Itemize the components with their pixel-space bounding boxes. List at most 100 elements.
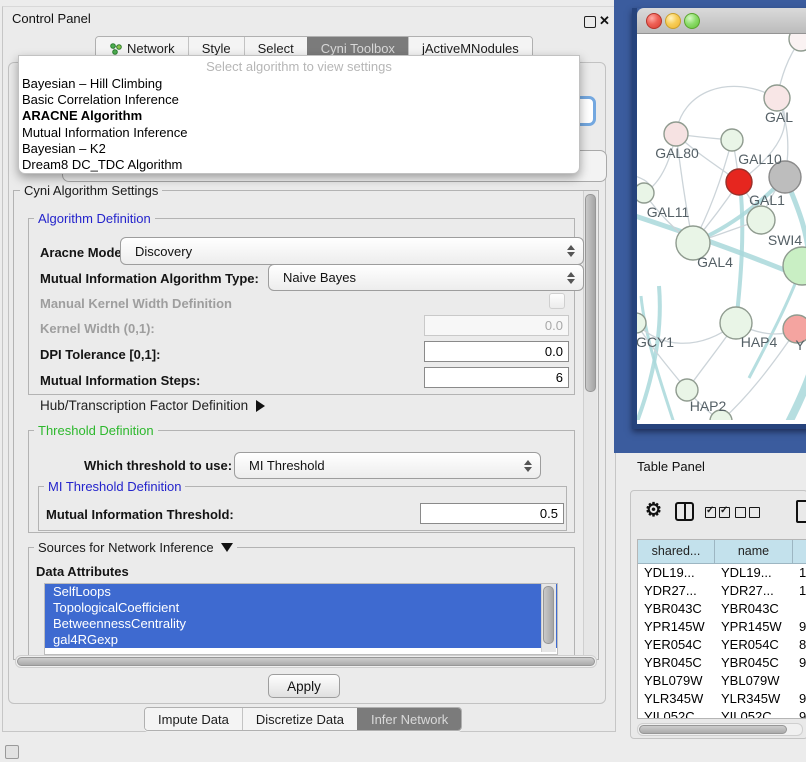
network-edge[interactable] bbox=[637, 214, 806, 282]
network-node-gal[interactable] bbox=[764, 85, 790, 111]
table-cell: YPR145W bbox=[638, 618, 715, 636]
table-cell: YIL052C bbox=[715, 708, 793, 719]
apply-button[interactable]: Apply bbox=[268, 674, 340, 698]
tab-label: Style bbox=[202, 41, 231, 56]
table-cell: YDL19... bbox=[715, 564, 793, 582]
aracne-mode-label: Aracne Mode: bbox=[40, 245, 126, 260]
tab-label: Network bbox=[127, 41, 175, 56]
expand-arrow-icon[interactable] bbox=[256, 400, 265, 412]
network-node-gal80[interactable] bbox=[664, 122, 688, 146]
select-all-columns-icon[interactable] bbox=[705, 507, 730, 518]
algorithm-option[interactable]: Bayesian – Hill Climbing bbox=[19, 76, 579, 92]
control-panel-title: Control Panel bbox=[12, 11, 91, 26]
network-graph: GALGAL80GAL10GAL1GAL11SWI4GAL4GCY1HAP4YH… bbox=[637, 34, 806, 420]
close-window-icon[interactable] bbox=[646, 13, 662, 29]
minimized-panel-icon[interactable] bbox=[5, 745, 19, 759]
settings-horizontal-scrollbar-thumb[interactable] bbox=[17, 657, 595, 666]
float-panel-icon[interactable] bbox=[584, 16, 596, 28]
mi-threshold-field[interactable]: 0.5 bbox=[420, 503, 564, 524]
table-row[interactable]: YBL079WYBL079W bbox=[638, 672, 806, 690]
tab-discretize-data[interactable]: Discretize Data bbox=[242, 708, 357, 730]
close-panel-icon[interactable]: ✕ bbox=[599, 14, 610, 27]
algorithm-option[interactable]: Mutual Information Inference bbox=[19, 125, 579, 141]
table-row[interactable]: YDR27...YDR27...12 bbox=[638, 582, 806, 600]
table-body: YDL19...YDL19...13YDR27...YDR27...12YBR0… bbox=[638, 564, 806, 719]
mi-steps-field[interactable]: 6 bbox=[424, 367, 569, 388]
node-table: shared...name YDL19...YDL19...13YDR27...… bbox=[637, 539, 806, 719]
network-edge[interactable] bbox=[676, 86, 777, 134]
column-layout-icon[interactable] bbox=[675, 502, 694, 521]
algorithm-option[interactable]: Bayesian – K2 bbox=[19, 141, 579, 157]
combo-stepper-icon bbox=[567, 272, 575, 284]
network-node[interactable] bbox=[789, 34, 806, 51]
table-horizontal-scrollbar-thumb[interactable] bbox=[639, 725, 787, 734]
network-node-swi4[interactable] bbox=[747, 206, 775, 234]
table-cell: YER054C bbox=[715, 636, 793, 654]
table-cell: YDR27... bbox=[715, 582, 793, 600]
table-cell: 9. bbox=[793, 618, 806, 636]
table-row[interactable]: YIL052CYIL052C9 bbox=[638, 708, 806, 719]
node-label: SWI4 bbox=[768, 232, 802, 248]
screen: Control Panel ✕ NetworkStyleSelectCyni T… bbox=[0, 0, 806, 762]
table-cell: YDL19... bbox=[638, 564, 715, 582]
table-row[interactable]: YLR345WYLR345W9. bbox=[638, 690, 806, 708]
aracne-mode-combo[interactable]: Discovery bbox=[120, 237, 584, 265]
data-attribute-item[interactable]: BetweennessCentrality bbox=[45, 616, 557, 632]
table-cell: 12 bbox=[793, 582, 806, 600]
algorithm-option[interactable]: Basic Correlation Inference bbox=[19, 92, 579, 108]
table-cell: YIL052C bbox=[638, 708, 715, 719]
table-cell: YBR043C bbox=[715, 600, 793, 618]
network-node[interactable] bbox=[783, 247, 806, 285]
kernel-width-field[interactable]: 0.0 bbox=[424, 315, 569, 336]
algorithm-definition-title: Algorithm Definition bbox=[34, 211, 155, 226]
algorithm-dropdown-popup: Select algorithm to view settings Bayesi… bbox=[18, 55, 580, 174]
manual-kernel-label: Manual Kernel Width Definition bbox=[40, 296, 232, 311]
mi-steps-label: Mutual Information Steps: bbox=[40, 373, 200, 388]
network-node-gal1[interactable] bbox=[726, 169, 752, 195]
table-row[interactable]: YBR045CYBR045C9. bbox=[638, 654, 806, 672]
table-row[interactable]: YBR043CYBR043C bbox=[638, 600, 806, 618]
zoom-window-icon[interactable] bbox=[684, 13, 700, 29]
network-canvas[interactable]: GALGAL80GAL10GAL1GAL11SWI4GAL4GCY1HAP4YH… bbox=[637, 34, 806, 424]
table-cell: 9. bbox=[793, 690, 806, 708]
minimize-window-icon[interactable] bbox=[665, 13, 681, 29]
table-cell: YER054C bbox=[638, 636, 715, 654]
table-row[interactable]: YPR145WYPR145W9. bbox=[638, 618, 806, 636]
sources-title: Sources for Network Inference bbox=[38, 540, 214, 555]
collapse-arrow-icon[interactable] bbox=[221, 543, 233, 552]
column-header[interactable]: shared... bbox=[638, 540, 715, 564]
sources-title-row[interactable]: Sources for Network Inference bbox=[34, 540, 237, 555]
network-node-gal10[interactable] bbox=[721, 129, 743, 151]
deselect-all-columns-icon[interactable] bbox=[735, 507, 760, 518]
tab-impute-data[interactable]: Impute Data bbox=[145, 708, 242, 730]
data-attribute-item[interactable]: gal4RGexp bbox=[45, 632, 557, 648]
table-cell: 8. bbox=[793, 636, 806, 654]
export-table-icon[interactable] bbox=[796, 500, 806, 523]
column-header[interactable] bbox=[793, 540, 806, 564]
data-attribute-item[interactable]: SelfLoops bbox=[45, 584, 557, 600]
tab-infer-network[interactable]: Infer Network bbox=[357, 708, 461, 730]
data-attributes-list[interactable]: SelfLoopsTopologicalCoefficientBetweenne… bbox=[44, 583, 558, 655]
table-row[interactable]: YDL19...YDL19...13 bbox=[638, 564, 806, 582]
manual-kernel-checkbox[interactable] bbox=[549, 293, 565, 309]
table-cell: YBL079W bbox=[715, 672, 793, 690]
dpi-tolerance-field[interactable]: 0.0 bbox=[424, 341, 569, 362]
dpi-tolerance-label: DPI Tolerance [0,1]: bbox=[40, 347, 160, 362]
mi-type-label: Mutual Information Algorithm Type: bbox=[40, 271, 259, 286]
attributes-scrollbar-thumb[interactable] bbox=[543, 586, 554, 644]
mi-type-combo[interactable]: Naive Bayes bbox=[268, 264, 584, 291]
algorithm-option[interactable]: ARACNE Algorithm bbox=[19, 108, 579, 124]
settings-vertical-scrollbar-thumb[interactable] bbox=[585, 194, 596, 392]
data-attribute-item[interactable]: TopologicalCoefficient bbox=[45, 600, 557, 616]
node-label: Y bbox=[795, 337, 805, 353]
which-threshold-combo[interactable]: MI Threshold bbox=[234, 452, 541, 479]
network-window-titlebar[interactable] bbox=[637, 8, 806, 34]
table-settings-gear-icon[interactable]: ⚙ bbox=[645, 501, 662, 521]
tab-label: Cyni Toolbox bbox=[321, 41, 395, 56]
network-view-window: GALGAL80GAL10GAL1GAL11SWI4GAL4GCY1HAP4YH… bbox=[632, 8, 806, 429]
column-header[interactable]: name bbox=[715, 540, 793, 564]
network-node-gal11[interactable] bbox=[637, 183, 654, 203]
hub-definition-section[interactable]: Hub/Transcription Factor Definition bbox=[40, 398, 265, 413]
algorithm-option[interactable]: Dream8 DC_TDC Algorithm bbox=[19, 157, 579, 173]
table-row[interactable]: YER054CYER054C8. bbox=[638, 636, 806, 654]
